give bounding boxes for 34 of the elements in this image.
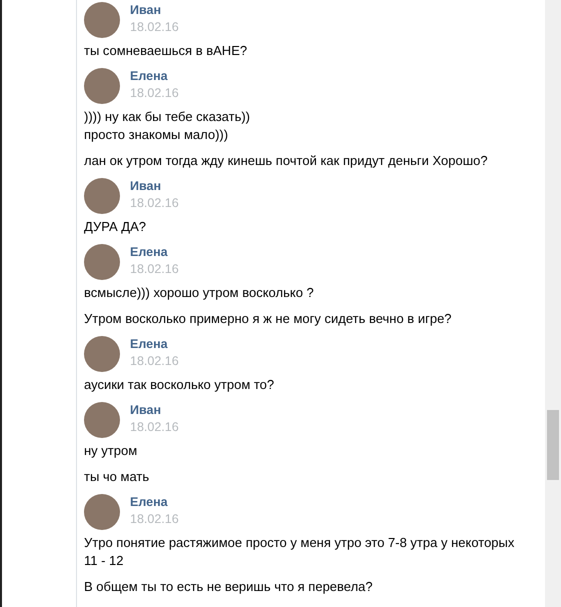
avatar-photo[interactable] (84, 2, 120, 38)
message-date: 18.02.16 (130, 261, 179, 278)
author-name[interactable]: Елена (130, 68, 168, 84)
message-date: 18.02.16 (130, 419, 179, 436)
avatar-photo[interactable] (84, 494, 120, 530)
avatar-photo[interactable] (84, 244, 120, 280)
message-date: 18.02.16 (130, 353, 179, 370)
message-text: ну утром (84, 442, 138, 460)
author-name[interactable]: Елена (130, 244, 168, 260)
message-text: Утром восколько примерно я ж не могу сидеть вечно в игре? (84, 310, 453, 328)
avatar-photo[interactable] (84, 178, 120, 214)
avatar-photo[interactable] (84, 68, 120, 104)
message-text: лан ок утром тогда жду кинешь почтой как придут деньги Хорошо? (84, 152, 489, 170)
message-text: ты сомневаешься в вАНЕ? (84, 42, 248, 60)
author-name[interactable]: Иван (130, 402, 162, 418)
message-text: ты чо мать (84, 468, 150, 486)
message-date: 18.02.16 (130, 85, 179, 102)
scrollbar-thumb[interactable] (547, 410, 559, 480)
author-name[interactable]: Елена (130, 494, 168, 510)
author-name[interactable]: Иван (130, 2, 162, 18)
message-text: Утро понятие растяжимое просто у меня утро это 7-8 утра у некоторых 11 - 12 (84, 534, 516, 570)
avatar-photo[interactable] (84, 336, 120, 372)
avatar-photo[interactable] (84, 402, 120, 438)
author-name[interactable]: Елена (130, 336, 168, 352)
scrollbar[interactable] (545, 0, 561, 607)
message-date: 18.02.16 (130, 19, 179, 36)
message-text: аусики так восколько утром то? (84, 376, 276, 394)
message-text: )))) ну как бы тебе сказать)) просто знакомы мало))) (84, 108, 252, 144)
message-text: В общем ты то есть не веришь что я перевела? (84, 578, 374, 596)
message-date: 18.02.16 (130, 195, 179, 212)
author-name[interactable]: Иван (130, 178, 162, 194)
message-text: ДУРА ДА? (84, 218, 147, 236)
message-date: 18.02.16 (130, 511, 179, 528)
message-text: всмысле))) хорошо утром восколько ? (84, 284, 315, 302)
